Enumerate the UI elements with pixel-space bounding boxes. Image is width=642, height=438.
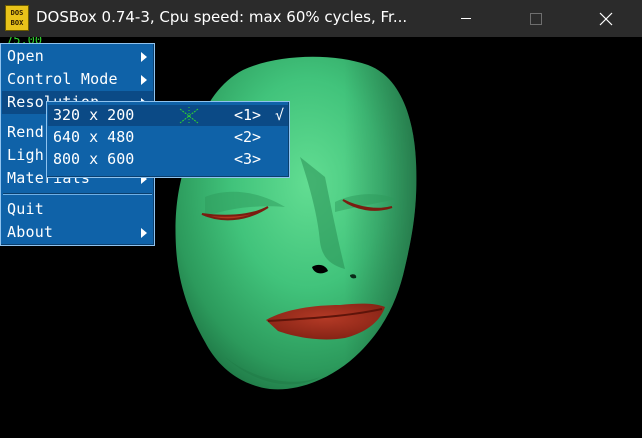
- window-title: DOSBox 0.74-3, Cpu speed: max 60% cycles…: [36, 8, 408, 26]
- menu-separator: [3, 193, 152, 195]
- shortcut-key: <1>: [234, 106, 262, 124]
- submenu-arrow-icon: [141, 228, 147, 238]
- submenu-arrow-icon: [141, 52, 147, 62]
- close-icon: [599, 12, 613, 25]
- resolution-submenu: 320 x 200 <1> √ 640 x 480 <2> 800 x 600 …: [46, 101, 290, 178]
- minimize-icon: [461, 18, 471, 19]
- icon-text-bottom: BOX: [10, 19, 24, 27]
- maximize-button[interactable]: [513, 0, 559, 37]
- maximize-icon: [530, 12, 542, 25]
- checkmark-icon: √: [275, 106, 285, 124]
- menu-item-label: About: [7, 223, 54, 241]
- menu-item-label: Control Mode: [7, 70, 118, 88]
- resolution-label: 800 x 600: [53, 150, 135, 168]
- dos-screen[interactable]: 75.00 Open Control Mode Rend Ligh Materi…: [0, 37, 642, 438]
- shortcut-key: <3>: [234, 150, 262, 168]
- menu-item-label: Open: [7, 47, 44, 65]
- submenu-arrow-icon: [141, 75, 147, 85]
- menu-item-open[interactable]: Open: [2, 45, 153, 68]
- icon-text-top: DOS: [10, 9, 24, 17]
- mouse-cursor-icon: [179, 107, 199, 125]
- menu-item-control-mode[interactable]: Control Mode: [2, 68, 153, 91]
- menu-item-label: Rend: [7, 123, 44, 141]
- resolution-option-320x200[interactable]: 320 x 200 <1> √: [48, 105, 288, 126]
- menu-item-label: Ligh: [7, 146, 44, 164]
- close-button[interactable]: [583, 0, 629, 37]
- resolution-label: 640 x 480: [53, 128, 135, 146]
- resolution-option-800x600[interactable]: 800 x 600 <3>: [48, 149, 288, 170]
- shortcut-key: <2>: [234, 128, 262, 146]
- dosbox-app-icon[interactable]: DOS BOX: [5, 5, 29, 31]
- window-titlebar[interactable]: DOS BOX DOSBox 0.74-3, Cpu speed: max 60…: [0, 0, 642, 37]
- minimize-button[interactable]: [443, 0, 489, 37]
- resolution-option-640x480[interactable]: 640 x 480 <2>: [48, 127, 288, 148]
- menu-item-label: Quit: [7, 200, 44, 218]
- menu-item-about[interactable]: About: [2, 221, 153, 244]
- resolution-label: 320 x 200: [53, 106, 135, 124]
- menu-item-quit[interactable]: Quit: [2, 198, 153, 221]
